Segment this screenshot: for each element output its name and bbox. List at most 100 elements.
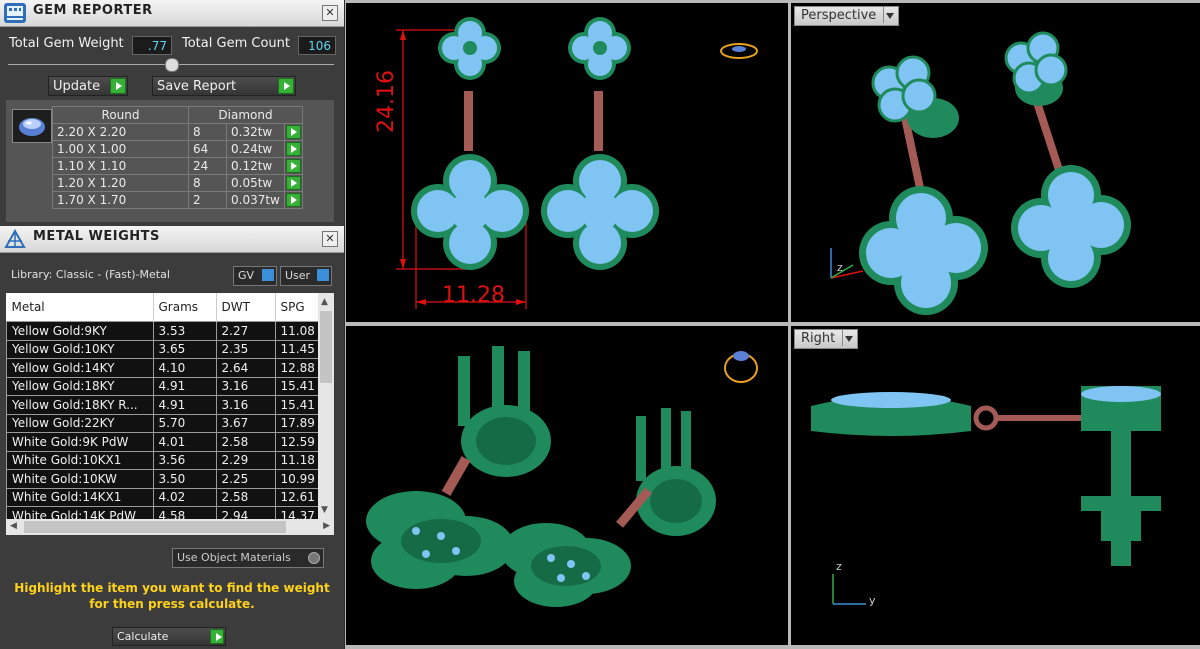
metal-dwt: 2.94 — [215, 506, 276, 519]
metal-name: White Gold:14K PdW — [6, 506, 154, 519]
metal-spg: 11.08 — [274, 321, 318, 341]
splitter-handle[interactable] — [165, 58, 179, 72]
table-row[interactable]: White Gold:14KX1 4.02 2.58 12.61 — [6, 487, 318, 507]
scroll-up-icon[interactable]: ▲ — [321, 297, 328, 307]
metal-weights-close-icon[interactable]: ✕ — [322, 231, 338, 247]
gv-toggle-label: GV — [238, 269, 255, 282]
metal-col-header[interactable]: Metal — [6, 293, 154, 322]
perspective-axis-z: z — [837, 261, 843, 274]
user-toggle-indicator — [317, 269, 329, 281]
metal-weights-title: METAL WEIGHTS — [33, 229, 160, 244]
perspective-view-drawing — [830, 31, 1131, 315]
metal-spg: 14.37 — [274, 506, 318, 519]
calculate-button[interactable]: Calculate — [112, 627, 226, 646]
gem-count: 24 — [188, 157, 227, 175]
metal-name: Yellow Gold:22KY — [6, 413, 154, 433]
metal-spg: 17.89 — [274, 413, 318, 433]
user-toggle[interactable]: User — [280, 266, 332, 286]
save-report-button[interactable]: Save Report — [152, 76, 296, 96]
table-row[interactable]: White Gold:9K PdW 4.01 2.58 12.59 — [6, 432, 318, 452]
table-row[interactable]: Yellow Gold:14KY 4.10 2.64 12.88 — [6, 358, 318, 378]
perspective-viewport[interactable]: Perspective z — [791, 3, 1200, 322]
use-object-materials-toggle[interactable]: Use Object Materials — [172, 548, 324, 568]
right-viewport[interactable]: Right z y — [791, 326, 1200, 645]
gv-toggle[interactable]: GV — [233, 266, 277, 286]
scroll-left-icon[interactable]: ◀ — [10, 521, 17, 531]
ring-gizmo-icon — [720, 43, 758, 59]
gem-col-shape: Round — [52, 106, 189, 124]
calculate-play-icon — [210, 629, 224, 644]
metal-dwt: 2.64 — [215, 358, 276, 378]
gem-weight: 0.24tw — [226, 140, 285, 158]
gem-row: 2.20 X 2.20 8 0.32tw — [52, 123, 303, 141]
right-view-menu[interactable]: Right — [794, 329, 859, 349]
perspective-label: Perspective — [801, 8, 877, 23]
horizontal-scroll-thumb[interactable] — [24, 521, 286, 533]
right-axis-z: z — [836, 560, 842, 573]
metal-spg: 15.41 — [274, 376, 318, 396]
gem-reporter-close-icon[interactable]: ✕ — [322, 5, 338, 21]
table-row[interactable]: White Gold:14K PdW 4.58 2.94 14.37 — [6, 506, 318, 519]
gem-count: 64 — [188, 140, 227, 158]
metal-name: Yellow Gold:10KY — [6, 339, 154, 359]
table-row[interactable]: Yellow Gold:22KY 5.70 3.67 17.89 — [6, 413, 318, 433]
metal-spg: 12.88 — [274, 358, 318, 378]
metal-grams: 3.53 — [152, 321, 217, 341]
gem-row-select-button[interactable] — [284, 140, 303, 158]
metal-grams: 5.70 — [152, 413, 217, 433]
top-view-drawing — [396, 17, 758, 309]
metal-grams: 4.91 — [152, 376, 217, 396]
gem-row-select-button[interactable] — [284, 123, 303, 141]
metal-table-horizontal-scrollbar[interactable]: ◀ ▶ — [6, 519, 334, 535]
metal-grams: 3.56 — [152, 450, 217, 470]
calculate-hint: Highlight the item you want to find the … — [14, 581, 330, 611]
table-row[interactable]: Yellow Gold:10KY 3.65 2.35 11.45 — [6, 339, 318, 359]
scroll-down-icon[interactable]: ▼ — [321, 505, 328, 515]
table-row[interactable]: Yellow Gold:18KY R... 4.91 3.16 15.41 — [6, 395, 318, 415]
left-panel: GEM REPORTER ✕ Total Gem Weight .77 Tota… — [0, 0, 345, 649]
metal-spg: 15.41 — [274, 395, 318, 415]
vertical-scroll-thumb[interactable] — [320, 311, 332, 383]
metal-spg: 11.18 — [274, 450, 318, 470]
table-row[interactable]: White Gold:10KX1 3.56 2.29 11.18 — [6, 450, 318, 470]
metal-dwt: 2.35 — [215, 339, 276, 359]
update-button[interactable]: Update — [48, 76, 128, 96]
spg-col-header[interactable]: SPG — [275, 293, 318, 322]
table-row[interactable]: Yellow Gold:9KY 3.53 2.27 11.08 — [6, 321, 318, 341]
gem-weight: 0.32tw — [226, 123, 285, 141]
gem-reporter-titlebar: GEM REPORTER ✕ — [0, 0, 344, 27]
earring-right-side — [811, 386, 1161, 566]
metal-dwt: 2.27 — [215, 321, 276, 341]
calculate-button-label: Calculate — [117, 630, 169, 643]
metal-grams: 4.91 — [152, 395, 217, 415]
gem-reporter-icon — [4, 3, 26, 23]
use-object-materials-label: Use Object Materials — [177, 551, 291, 564]
iso-view-drawing — [366, 346, 758, 607]
metal-grams: 3.50 — [152, 469, 217, 489]
gem-count: 8 — [188, 123, 227, 141]
top-viewport[interactable]: 24.16 11.28 — [346, 3, 788, 322]
gem-row-select-button[interactable] — [284, 174, 303, 192]
metal-table-vertical-scrollbar[interactable]: ▲ ▼ — [318, 293, 334, 519]
total-gem-weight-label: Total Gem Weight — [9, 36, 124, 51]
right-axis-y: y — [869, 594, 876, 607]
metal-grams: 3.65 — [152, 339, 217, 359]
update-button-label: Update — [53, 79, 101, 94]
gem-size: 1.00 X 1.00 — [52, 140, 189, 158]
gem-row-select-button[interactable] — [284, 191, 303, 209]
gv-toggle-indicator — [262, 269, 274, 281]
metal-spg: 11.45 — [274, 339, 318, 359]
table-row[interactable]: White Gold:10KW 3.50 2.25 10.99 — [6, 469, 318, 489]
total-gem-count-value: 106 — [298, 36, 336, 55]
gem-row: 1.10 X 1.10 24 0.12tw — [52, 157, 303, 175]
metal-table: Metal Grams DWT SPG Yellow Gold:9KY 3.53 2… — [6, 293, 318, 519]
scroll-right-icon[interactable]: ▶ — [323, 521, 330, 531]
metal-name: White Gold:10KX1 — [6, 450, 154, 470]
iso-viewport[interactable] — [346, 326, 788, 645]
table-row[interactable]: Yellow Gold:18KY 4.91 3.16 15.41 — [6, 376, 318, 396]
gem-row-select-button[interactable] — [284, 157, 303, 175]
metal-dwt: 2.29 — [215, 450, 276, 470]
perspective-view-menu[interactable]: Perspective — [794, 6, 900, 26]
grams-col-header[interactable]: Grams — [153, 293, 217, 322]
dwt-col-header[interactable]: DWT — [216, 293, 276, 322]
